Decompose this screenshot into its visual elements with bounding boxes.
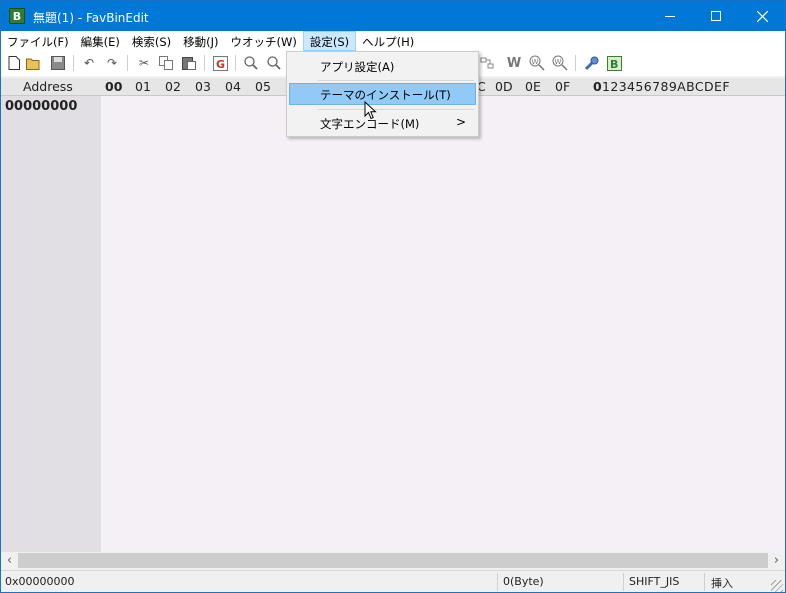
window-title: 無題(1) - FavBinEdit (33, 11, 149, 25)
open-folder-icon[interactable] (26, 55, 42, 71)
menu-item-label: テーマのインストール(T) (320, 88, 451, 102)
copy-icon[interactable] (158, 55, 174, 71)
column-header-02: 02 (165, 79, 181, 94)
cut-icon[interactable]: ✂ (136, 55, 152, 71)
goto-icon[interactable]: G (212, 55, 228, 71)
status-mode: 挿入 (711, 577, 733, 590)
scroll-left-icon[interactable]: ‹ (1, 552, 18, 569)
column-header-05: 05 (255, 79, 271, 94)
maximize-icon (711, 11, 721, 21)
minimize-icon (665, 15, 675, 17)
column-header-0d: 0D (495, 79, 513, 94)
menu-item-app-settings[interactable]: アプリ設定(A) (289, 55, 476, 77)
menu-file[interactable]: ファイル(F) (1, 31, 75, 51)
new-file-icon[interactable] (6, 55, 22, 71)
undo-icon[interactable]: ↶ (81, 55, 97, 71)
svg-text:G: G (216, 58, 225, 71)
column-header-03: 03 (195, 79, 211, 94)
paste-icon[interactable] (181, 55, 197, 71)
watch-add-icon[interactable]: W (529, 55, 545, 71)
menu-help[interactable]: ヘルプ(H) (356, 31, 420, 51)
search-icon[interactable] (243, 55, 259, 71)
menu-settings[interactable]: 設定(S) (302, 31, 357, 51)
svg-text:W: W (532, 58, 539, 66)
close-icon (756, 10, 768, 22)
menu-item-label: アプリ設定(A) (320, 60, 395, 74)
wrench-icon[interactable] (583, 55, 599, 71)
status-offset: 0x00000000 (5, 575, 75, 588)
menu-item-install-theme[interactable]: テーマのインストール(T) (289, 83, 476, 105)
menu-item-text-encoding[interactable]: 文字エンコード(M) > (289, 112, 476, 134)
redo-icon[interactable]: ↷ (104, 55, 120, 71)
app-window: B 無題(1) - FavBinEdit ファイル(F) 編集(E) 検索(S)… (0, 0, 786, 593)
app-logo-icon[interactable]: B (606, 55, 622, 71)
status-size: 0(Byte) (503, 575, 544, 588)
app-icon[interactable]: B (9, 8, 25, 24)
address-header: Address (23, 79, 73, 94)
title-bar[interactable]: B 無題(1) - FavBinEdit (1, 1, 785, 31)
watch-search-icon[interactable]: W (552, 55, 568, 71)
svg-text:B: B (610, 58, 618, 71)
svg-text:W: W (555, 58, 562, 66)
column-header-01: 01 (135, 79, 151, 94)
address-column: 00000000 (1, 96, 101, 552)
menu-search[interactable]: 検索(S) (126, 31, 177, 51)
scroll-right-icon[interactable]: › (768, 552, 785, 569)
ascii-header-first: 0 (593, 79, 602, 94)
status-bar: 0x00000000 0(Byte) SHIFT_JIS 挿入 (1, 570, 785, 592)
menu-watch[interactable]: ウオッチ(W) (225, 31, 303, 51)
resize-grip-icon[interactable] (771, 580, 783, 592)
settings-dropdown-menu: アプリ設定(A) テーマのインストール(T) 文字エンコード(M) > (286, 51, 479, 137)
status-encoding: SHIFT_JIS (629, 575, 680, 588)
replace-icon[interactable] (479, 55, 495, 71)
watch-icon[interactable]: W (506, 55, 522, 71)
menu-edit[interactable]: 編集(E) (75, 31, 126, 51)
hex-editor-area[interactable]: 00000000 (1, 96, 785, 552)
address-row: 00000000 (5, 99, 78, 114)
column-header-04: 04 (225, 79, 241, 94)
scrollbar-thumb[interactable] (18, 553, 768, 568)
maximize-button[interactable] (693, 1, 739, 31)
menu-bar: ファイル(F) 編集(E) 検索(S) 移動(J) ウオッチ(W) 設定(S) … (1, 31, 785, 51)
mouse-cursor-icon (364, 101, 377, 120)
column-header-0f: 0F (555, 79, 571, 94)
minimize-button[interactable] (647, 1, 693, 31)
submenu-arrow-icon: > (455, 115, 466, 129)
ascii-header: 123456789ABCDEF (602, 79, 730, 94)
menu-jump[interactable]: 移動(J) (177, 31, 224, 51)
close-button[interactable] (739, 1, 785, 31)
column-header-0e: 0E (525, 79, 541, 94)
search-next-icon[interactable] (266, 55, 282, 71)
horizontal-scrollbar[interactable]: ‹ › (1, 552, 785, 569)
save-icon[interactable] (50, 55, 66, 71)
column-header-00: 00 (105, 79, 123, 94)
